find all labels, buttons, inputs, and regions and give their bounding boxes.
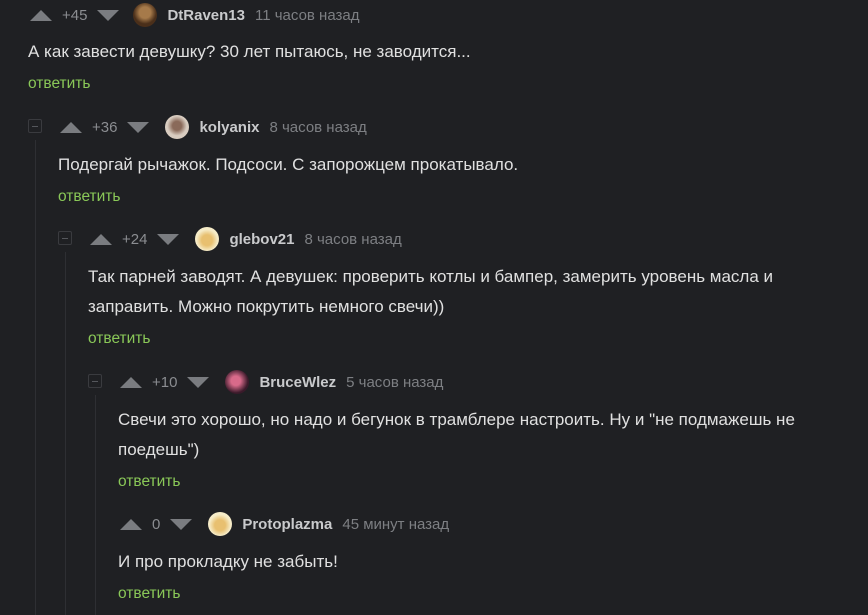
- timestamp: 5 часов назад: [346, 373, 444, 391]
- comment-rating: +45: [62, 6, 88, 24]
- comment-text-line-1: Так парней заводят. А девушек: проверить…: [88, 267, 774, 286]
- username[interactable]: DtRaven13: [167, 7, 245, 24]
- comment-text: А как завести девушку? 30 лет пытаюсь, н…: [28, 42, 471, 61]
- reply-link[interactable]: ответить: [118, 585, 180, 603]
- thread-line-1: [35, 140, 36, 615]
- upvote-arrow-icon[interactable]: [90, 233, 112, 245]
- timestamp: 8 часов назад: [304, 230, 402, 248]
- username[interactable]: Protoplazma: [242, 516, 332, 533]
- downvote-arrow-icon[interactable]: [127, 121, 150, 133]
- comment-header: +36 kolyanix 8 часов назад: [60, 114, 367, 140]
- collapse-thread-button[interactable]: [58, 231, 72, 245]
- comment-text: И про прокладку не забыть!: [118, 552, 338, 571]
- avatar[interactable]: [225, 370, 250, 394]
- username[interactable]: BruceWlez: [259, 374, 336, 391]
- username[interactable]: glebov21: [229, 231, 294, 248]
- comment-rating: 0: [152, 515, 161, 533]
- comment-header: +10 BruceWlez 5 часов назад: [120, 369, 443, 395]
- comment-header: 0 Protoplazma 45 минут назад: [120, 511, 449, 537]
- comment-rating: +36: [92, 118, 118, 136]
- thread-line-2: [65, 252, 66, 615]
- upvote-arrow-icon[interactable]: [30, 9, 52, 21]
- upvote-arrow-icon[interactable]: [120, 376, 142, 388]
- timestamp: 8 часов назад: [269, 118, 367, 136]
- comment-header: +45 DtRaven13 11 часов назад: [30, 2, 359, 28]
- avatar[interactable]: [133, 3, 158, 27]
- downvote-arrow-icon[interactable]: [157, 233, 180, 245]
- timestamp: 45 минут назад: [342, 515, 450, 533]
- downvote-arrow-icon[interactable]: [170, 518, 193, 530]
- comment-text-line-1: Свечи это хорошо, но надо и бегунок в тр…: [118, 410, 795, 429]
- collapse-thread-button[interactable]: [88, 374, 102, 388]
- downvote-arrow-icon[interactable]: [187, 376, 210, 388]
- thread-line-3: [95, 395, 96, 615]
- upvote-arrow-icon[interactable]: [60, 121, 82, 133]
- timestamp: 11 часов назад: [255, 6, 360, 24]
- upvote-arrow-icon[interactable]: [120, 518, 142, 530]
- reply-link[interactable]: ответить: [88, 330, 150, 348]
- comment-text: Подергай рычажок. Подсоси. С запорожцем …: [58, 155, 519, 174]
- comment-header: +24 glebov21 8 часов назад: [90, 226, 402, 252]
- comment-text-line-2: поедешь"): [118, 440, 200, 459]
- avatar[interactable]: [195, 227, 220, 251]
- avatar[interactable]: [208, 512, 233, 536]
- reply-link[interactable]: ответить: [118, 473, 180, 491]
- avatar[interactable]: [165, 115, 190, 139]
- comment-text-line-2: заправить. Можно покрутить немного свечи…: [88, 297, 445, 316]
- collapse-thread-button[interactable]: [28, 119, 42, 133]
- reply-link[interactable]: ответить: [28, 75, 90, 93]
- downvote-arrow-icon[interactable]: [97, 9, 120, 21]
- comment-rating: +24: [122, 230, 148, 248]
- reply-link[interactable]: ответить: [58, 188, 120, 206]
- comment-rating: +10: [152, 373, 178, 391]
- username[interactable]: kolyanix: [199, 119, 259, 136]
